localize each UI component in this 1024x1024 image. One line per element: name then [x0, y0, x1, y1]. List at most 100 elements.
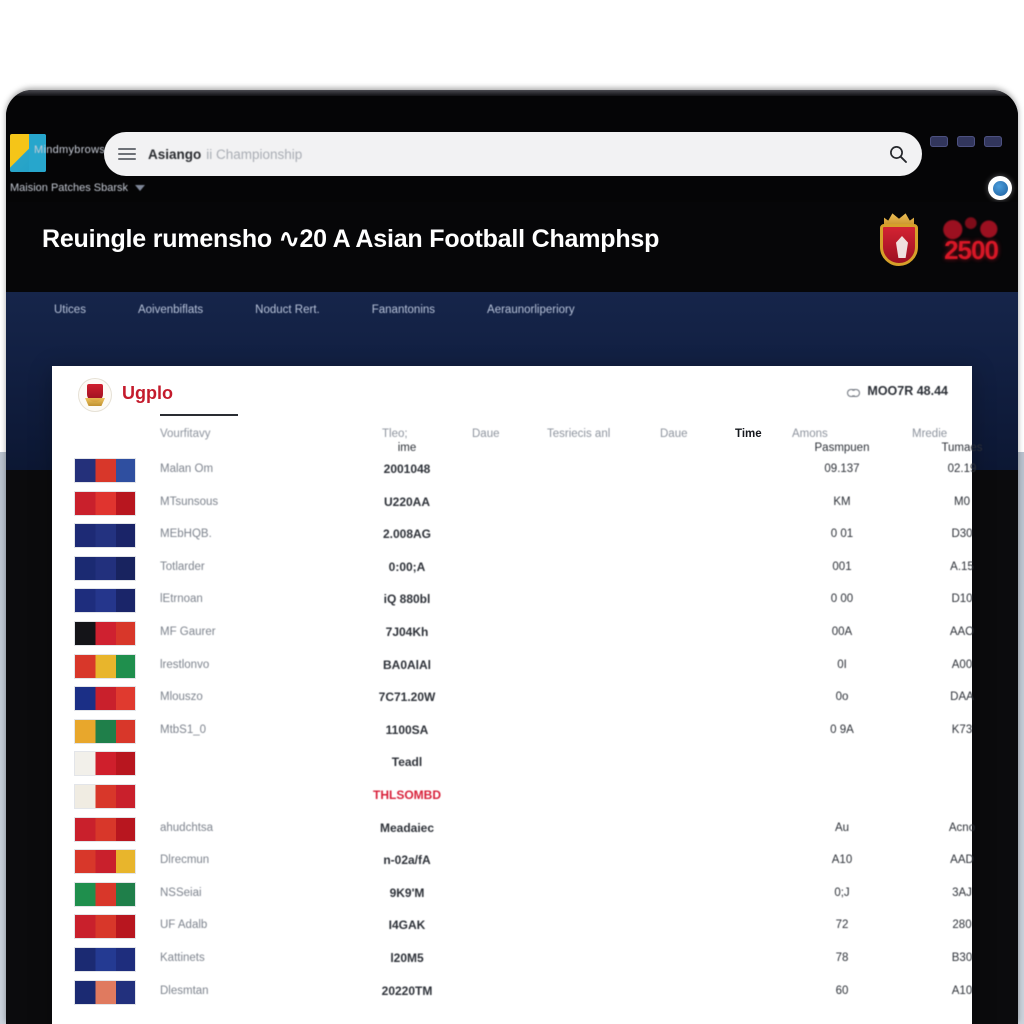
table-row[interactable]: Totlarder 0:00;A 001 A.15: [52, 552, 974, 585]
cell-amount: 0I: [837, 658, 847, 671]
cell-amount: 78: [835, 951, 849, 964]
nav-item-3[interactable]: Fanantonins: [372, 304, 461, 316]
table-row[interactable]: Teadl: [52, 747, 972, 780]
account-avatar-icon[interactable]: [988, 176, 1012, 200]
cell-time: 9K9'M: [389, 885, 425, 900]
column-subheader-time: ime: [397, 442, 417, 454]
site-hero: Reuingle rumensho ∿20 A Asian Football C…: [6, 202, 1018, 292]
cell-medals: AAD: [950, 854, 974, 867]
cell-amount: 60: [835, 984, 849, 997]
table-row[interactable]: Dlesmtan 20220TM 60 A10: [52, 976, 972, 1009]
table-row[interactable]: ahudchtsa Meadaiec Au Acno: [52, 813, 975, 846]
column-header-section[interactable]: Tesriecis anl: [547, 428, 610, 440]
cell-amount: 0 01: [830, 528, 854, 541]
column-subheader-amount: Pasmpuen: [814, 442, 870, 454]
cell-amount: 001: [832, 560, 852, 573]
cell-medals: K73: [951, 723, 973, 736]
column-header-time2[interactable]: Time: [735, 428, 762, 440]
tournament-crest-icon: [872, 210, 926, 272]
country-flag-icon: [74, 620, 136, 646]
cell-country: UF Adalb: [160, 919, 208, 932]
cell-country: Totlarder: [160, 560, 205, 573]
table-row[interactable]: MF Gaurer 7J04Kh 00A AAO: [52, 617, 974, 650]
standings-table: Vourfitavy Tleo; Daue Tesriecis anl Daue Time…: [52, 420, 983, 1009]
table-row[interactable]: lrestlonvo BA0AlAl 0I A00: [52, 650, 972, 683]
minimize-button[interactable]: [930, 136, 948, 147]
cell-country: Dlesmtan: [160, 984, 209, 997]
bookmarks-bar[interactable]: Maision Patches Sbarsk: [10, 182, 145, 194]
country-flag-icon: [74, 946, 136, 972]
country-flag-icon: [74, 523, 136, 549]
cell-time: I4GAK: [388, 918, 426, 933]
cell-country: lrestlonvo: [160, 658, 210, 671]
country-flag-icon: [74, 490, 136, 516]
column-header-date2[interactable]: Daue: [660, 428, 688, 440]
column-header-country[interactable]: Vourfitavy: [160, 428, 211, 440]
table-body: Malan Om 2001048 09.137 02.19 MTsunsous U220A…: [52, 454, 976, 1009]
cell-amount: Au: [834, 821, 850, 834]
table-row[interactable]: Mlouszo 7C71.20W 0o DAA: [52, 682, 974, 715]
country-flag-icon: [74, 783, 136, 809]
country-flag-icon: [74, 881, 136, 907]
hamburger-icon[interactable]: [118, 148, 136, 160]
cell-medals: DAA: [950, 691, 974, 704]
search-icon[interactable]: [888, 144, 908, 164]
nav-item-2[interactable]: Noduct Rert.: [255, 304, 346, 316]
cell-medals: D30: [951, 528, 973, 541]
omnibox[interactable]: Asiango ii Championship: [104, 132, 922, 176]
cell-amount: 0 00: [830, 593, 854, 606]
cell-time: THLSOMBD: [373, 787, 441, 802]
cell-medals: A00: [951, 658, 973, 671]
country-flag-icon: [74, 686, 136, 712]
table-row[interactable]: MEbHQB. 2.008AG 0 01 D30: [52, 519, 973, 552]
column-header-time[interactable]: Tleo;: [382, 428, 408, 440]
table-row[interactable]: Dlrecmun n-02a/fA A10 AAD: [52, 845, 974, 878]
table-row[interactable]: THLSOMBD: [52, 780, 972, 813]
results-card: Ugplo MOO7R 48.44 Vourfitavy Tleo; Daue Tes…: [52, 366, 983, 1024]
cell-medals: M0: [954, 495, 970, 508]
table-row[interactable]: MTsunsous U220AA KM M0: [52, 487, 972, 520]
cell-time: Meadaiec: [379, 820, 435, 835]
table-row[interactable]: NSSeiai 9K9'M 0;J 3AJ: [52, 878, 972, 911]
cell-country: lEtrnoan: [160, 593, 203, 606]
table-row[interactable]: UF Adalb I4GAK 72 280: [52, 910, 972, 943]
cell-medals: D10: [951, 593, 973, 606]
country-flag-icon: [74, 653, 136, 679]
cell-country: Dlrecmun: [160, 854, 210, 867]
cell-amount: A10: [831, 854, 853, 867]
column-header-date1[interactable]: Daue: [472, 428, 500, 440]
cell-medals: AAO: [949, 625, 975, 638]
close-button[interactable]: [984, 136, 1002, 147]
country-flag-icon: [74, 816, 136, 842]
cell-country: Malan Om: [160, 463, 214, 475]
country-flag-icon: [74, 458, 136, 483]
column-header-amount[interactable]: Amons: [792, 428, 828, 440]
cell-amount: 09.137: [824, 463, 860, 475]
maximize-button[interactable]: [957, 136, 975, 147]
nav-item-0[interactable]: Utices: [54, 304, 112, 316]
omnibox-input[interactable]: Asiango: [148, 147, 201, 162]
country-flag-icon: [74, 718, 136, 744]
screenshot-root: Mindmybrowser Asiango ii Championship Ma…: [0, 0, 1024, 1024]
cell-medals: 280: [952, 919, 972, 932]
table-row[interactable]: MtbS1_0 1100SA 0 9A K73: [52, 715, 972, 748]
cell-time: l20M5: [390, 950, 424, 965]
cell-medals: A.15: [950, 560, 974, 573]
nav-item-1[interactable]: Aoivenbiflats: [138, 304, 229, 316]
card-header-meta[interactable]: MOO7R 48.44: [847, 384, 948, 398]
nav-item-4[interactable]: Aeraunorliperiory: [487, 304, 601, 316]
table-row[interactable]: Malan Om 2001048 09.137 02.19: [52, 454, 976, 487]
table-row[interactable]: lEtrnoan iQ 880bl 0 00 D10: [52, 584, 973, 617]
link-icon: [847, 387, 861, 397]
table-row[interactable]: Kattinets l20M5 78 B30: [52, 943, 972, 976]
cell-time: 0:00;A: [388, 559, 426, 574]
chevron-down-icon[interactable]: [135, 185, 145, 191]
cell-medals: Acno: [948, 821, 976, 834]
country-flag-icon: [74, 914, 136, 940]
cell-medals: 3AJ: [952, 886, 972, 899]
cell-country: MtbS1_0: [160, 723, 207, 736]
cell-country: ahudchtsa: [160, 821, 214, 834]
cell-amount: 00A: [831, 625, 853, 638]
column-header-medals[interactable]: Mredie: [912, 428, 947, 440]
celebration-logo-icon: 2500: [936, 212, 1006, 270]
